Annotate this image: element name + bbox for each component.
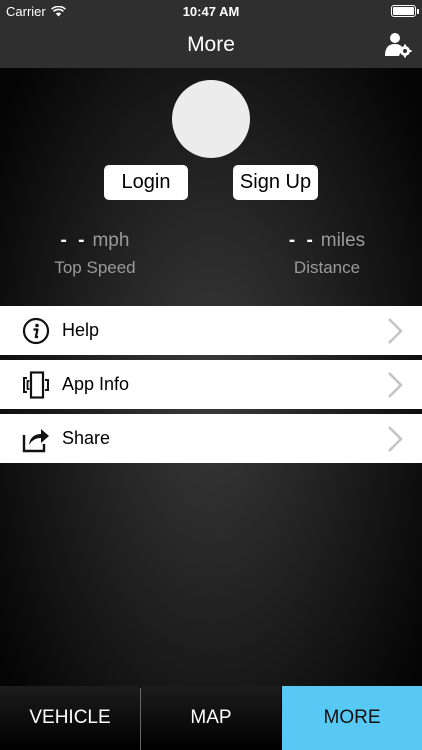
tab-more[interactable]: MORE bbox=[282, 686, 422, 750]
top-speed-stat: - - mph Top Speed bbox=[40, 230, 150, 278]
menu-item-label: App Info bbox=[62, 374, 130, 394]
menu-item-label: Help bbox=[62, 320, 100, 340]
battery-fill bbox=[393, 7, 414, 15]
info-icon bbox=[22, 317, 50, 345]
avatar[interactable] bbox=[172, 80, 250, 158]
distance-unit: miles bbox=[320, 230, 366, 251]
app-info-icon bbox=[23, 371, 49, 399]
login-button[interactable]: Login bbox=[104, 165, 188, 200]
status-bar: Carrier 10:47 AM bbox=[0, 0, 422, 22]
top-speed-value-row: - - mph bbox=[40, 230, 150, 252]
chevron-right-icon bbox=[388, 318, 403, 344]
top-speed-unit: mph bbox=[92, 230, 130, 251]
chevron-right-icon bbox=[388, 426, 403, 452]
chevron-right-icon bbox=[388, 372, 403, 398]
top-speed-value: - - bbox=[60, 230, 88, 251]
nav-bar: More bbox=[0, 22, 422, 68]
tab-vehicle[interactable]: VEHICLE bbox=[0, 686, 140, 750]
tab-map[interactable]: MAP bbox=[141, 686, 281, 750]
menu-item-app-info[interactable]: App Info bbox=[0, 360, 422, 409]
menu-item-label: Share bbox=[62, 428, 111, 448]
menu-item-share[interactable]: Share bbox=[0, 414, 422, 463]
distance-label: Distance bbox=[293, 258, 361, 277]
distance-value-row: - - miles bbox=[272, 230, 382, 252]
status-time: 10:47 AM bbox=[182, 4, 240, 19]
battery-icon bbox=[391, 5, 419, 17]
tab-bar: VEHICLE MAP MORE bbox=[0, 686, 422, 750]
top-speed-label: Top Speed bbox=[54, 258, 136, 277]
page-title: More bbox=[187, 33, 235, 56]
menu-item-help[interactable]: Help bbox=[0, 306, 422, 355]
distance-value: - - bbox=[288, 230, 316, 251]
signup-button[interactable]: Sign Up bbox=[233, 165, 318, 200]
distance-stat: - - miles Distance bbox=[272, 230, 382, 278]
profile-settings-icon[interactable] bbox=[384, 30, 412, 58]
share-icon bbox=[22, 429, 49, 453]
